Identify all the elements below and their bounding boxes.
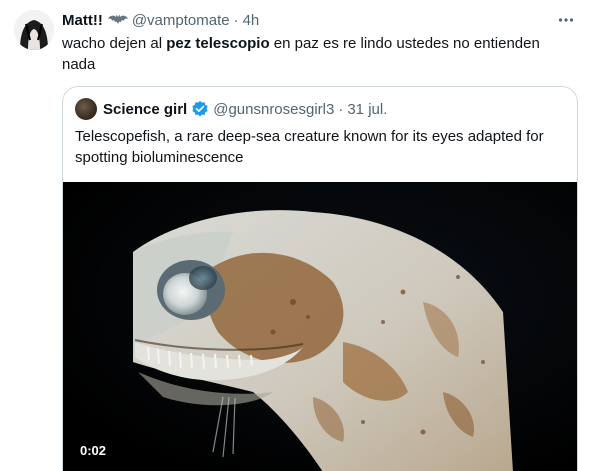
quoted-author-avatar[interactable] bbox=[75, 98, 97, 120]
tweet-header: Matt!! @vamptomate · 4h bbox=[62, 10, 259, 30]
author-handle[interactable]: @vamptomate bbox=[132, 12, 230, 29]
header-separator: · bbox=[233, 11, 239, 29]
quoted-tweet-date[interactable]: 31 jul. bbox=[347, 101, 387, 118]
quoted-tweet-text: Telescopefish, a rare deep-sea creature … bbox=[75, 128, 544, 166]
tweet-text-bold: pez telescopio bbox=[166, 35, 270, 52]
author-name[interactable]: Matt!! bbox=[62, 12, 103, 29]
verified-badge-icon bbox=[191, 100, 209, 118]
quoted-tweet-header: Science girl @gunsnrosesgirl3 · 31 jul. bbox=[75, 98, 387, 120]
quoted-tweet[interactable]: Science girl @gunsnrosesgirl3 · 31 jul. … bbox=[62, 86, 578, 471]
bat-emoji-icon bbox=[107, 13, 128, 27]
quoted-header-separator: · bbox=[338, 100, 344, 118]
tweet-time[interactable]: 4h bbox=[243, 12, 260, 29]
video-timestamp: 0:02 bbox=[74, 440, 113, 461]
author-avatar[interactable] bbox=[14, 10, 54, 50]
more-horizontal-icon[interactable] bbox=[555, 10, 577, 30]
tweet-text: wacho dejen al pez telescopio en paz es … bbox=[62, 33, 562, 75]
video-frame-telescopefish bbox=[63, 182, 577, 471]
quoted-author-name[interactable]: Science girl bbox=[103, 101, 187, 118]
tweet-text-before: wacho dejen al bbox=[62, 35, 167, 52]
quoted-author-handle[interactable]: @gunsnrosesgirl3 bbox=[213, 101, 334, 118]
video-player[interactable]: 0:02 bbox=[63, 182, 577, 471]
